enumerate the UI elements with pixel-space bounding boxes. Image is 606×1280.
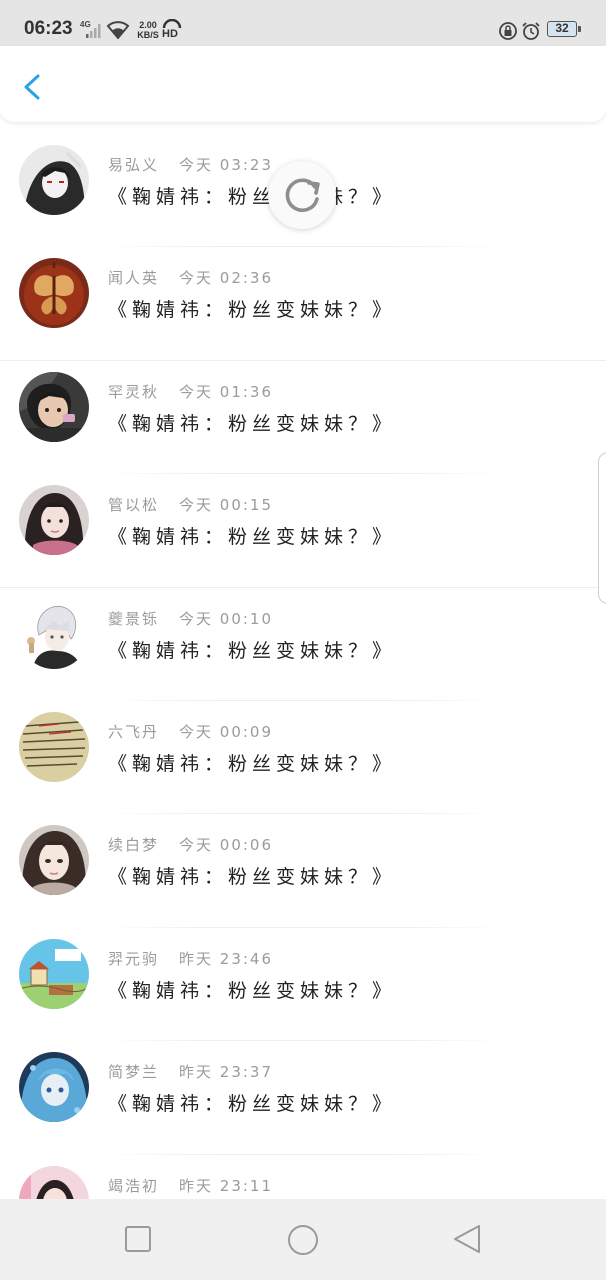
comment-meta: 易弘义 今天 03:23 bbox=[108, 154, 273, 175]
back-button[interactable] bbox=[16, 70, 50, 104]
header-bar bbox=[0, 46, 606, 122]
wifi-icon bbox=[106, 21, 130, 39]
user-name[interactable]: 六飞丹 bbox=[108, 723, 159, 741]
comment-time: 今天 00:06 bbox=[179, 836, 274, 855]
status-bar: 06:23 4G 2.00 KB/S HD 32 bbox=[0, 0, 606, 46]
list-item[interactable]: 简梦兰 昨天 23:37 《鞠婧祎：粉丝变妹妹？》 bbox=[0, 1041, 606, 1155]
comment-time: 今天 00:10 bbox=[179, 609, 274, 628]
hd-label: HD bbox=[162, 28, 178, 40]
circle-icon bbox=[288, 1225, 318, 1255]
side-panel-handle[interactable] bbox=[598, 452, 606, 604]
list-item[interactable]: 夔景铄 今天 00:10 《鞠婧祎：粉丝变妹妹？》 bbox=[0, 588, 606, 701]
user-name[interactable]: 羿元驹 bbox=[108, 950, 159, 968]
user-name[interactable]: 闻人英 bbox=[108, 269, 159, 287]
recents-button[interactable] bbox=[122, 1223, 154, 1259]
comment-text: 《鞠婧祎：粉丝变妹妹？》 bbox=[108, 639, 397, 662]
comment-meta: 羿元驹 昨天 23:46 bbox=[108, 948, 273, 969]
square-icon bbox=[125, 1226, 151, 1252]
avatar[interactable] bbox=[19, 938, 89, 1009]
lock-rotation-icon bbox=[499, 22, 517, 40]
chevron-left-icon bbox=[24, 74, 40, 100]
user-name[interactable]: 夔景铄 bbox=[108, 610, 159, 628]
list-item[interactable]: 闻人英 今天 02:36 《鞠婧祎：粉丝变妹妹？》 bbox=[0, 247, 606, 361]
status-time: 06:23 bbox=[24, 18, 73, 39]
list-item[interactable]: 羿元驹 昨天 23:46 《鞠婧祎：粉丝变妹妹？》 bbox=[0, 928, 606, 1042]
triangle-back-icon bbox=[454, 1225, 480, 1253]
comment-time: 今天 00:09 bbox=[179, 722, 274, 741]
avatar[interactable] bbox=[19, 485, 89, 556]
list-item[interactable]: 续白梦 今天 00:06 《鞠婧祎：粉丝变妹妹？》 bbox=[0, 814, 606, 928]
alarm-icon bbox=[522, 22, 540, 40]
network-speed-value: 2.00 bbox=[139, 20, 157, 30]
comment-time: 昨天 23:37 bbox=[179, 1063, 274, 1082]
home-button[interactable] bbox=[285, 1223, 321, 1263]
list-item[interactable]: 管以松 今天 00:15 《鞠婧祎：粉丝变妹妹？》 bbox=[0, 474, 606, 588]
comment-meta: 竭浩初 昨天 23:11 bbox=[108, 1175, 273, 1196]
comment-text: 《鞠婧祎：粉丝变妹妹？》 bbox=[108, 526, 397, 549]
comment-meta: 简梦兰 昨天 23:37 bbox=[108, 1061, 273, 1082]
network-speed: 2.00 KB/S bbox=[133, 20, 163, 40]
avatar[interactable] bbox=[19, 258, 89, 329]
comment-meta: 夔景铄 今天 00:10 bbox=[108, 608, 273, 629]
network-speed-unit: KB/S bbox=[137, 30, 159, 40]
comment-time: 今天 00:15 bbox=[179, 496, 274, 515]
comment-meta: 闻人英 今天 02:36 bbox=[108, 267, 273, 288]
comment-time: 今天 02:36 bbox=[179, 269, 274, 288]
user-name[interactable]: 简梦兰 bbox=[108, 1063, 159, 1081]
user-name[interactable]: 易弘义 bbox=[108, 156, 159, 174]
comment-text: 《鞠婧祎：粉丝变妹妹？》 bbox=[108, 979, 397, 1002]
list-item[interactable]: 罕灵秋 今天 01:36 《鞠婧祎：粉丝变妹妹？》 bbox=[0, 361, 606, 475]
list-item[interactable]: 六飞丹 今天 00:09 《鞠婧祎：粉丝变妹妹？》 bbox=[0, 701, 606, 815]
comment-meta: 管以松 今天 00:15 bbox=[108, 494, 273, 515]
avatar[interactable] bbox=[19, 371, 89, 442]
system-nav-bar bbox=[0, 1199, 606, 1280]
comment-text: 《鞠婧祎：粉丝变妹妹？》 bbox=[108, 1093, 397, 1116]
comment-time: 昨天 23:11 bbox=[179, 1176, 274, 1195]
avatar[interactable] bbox=[19, 598, 89, 669]
comment-text: 《鞠婧祎：粉丝变妹妹？》 bbox=[108, 752, 397, 775]
nav-back-button[interactable] bbox=[450, 1223, 484, 1261]
hd-call-icon: HD bbox=[162, 19, 182, 41]
comment-time: 昨天 23:46 bbox=[179, 949, 274, 968]
user-name[interactable]: 续白梦 bbox=[108, 836, 159, 854]
avatar[interactable] bbox=[19, 1052, 89, 1123]
user-name[interactable]: 管以松 bbox=[108, 496, 159, 514]
user-name[interactable]: 罕灵秋 bbox=[108, 383, 159, 401]
comment-list[interactable]: 易弘义 今天 03:23 《鞠婧祎：粉丝变妹妹？》 闻人英 今天 02:36 《鞠婧… bbox=[0, 134, 606, 1268]
comment-text: 《鞠婧祎：粉丝变妹妹？》 bbox=[108, 186, 397, 208]
cellular-signal-icon: 4G bbox=[80, 20, 102, 38]
refresh-indicator bbox=[268, 161, 336, 229]
comment-time: 今天 01:36 bbox=[179, 382, 274, 401]
avatar[interactable] bbox=[19, 825, 89, 896]
comment-text: 《鞠婧祎：粉丝变妹妹？》 bbox=[108, 412, 397, 435]
comment-meta: 六飞丹 今天 00:09 bbox=[108, 721, 273, 742]
comment-meta: 罕灵秋 今天 01:36 bbox=[108, 381, 273, 402]
user-name[interactable]: 竭浩初 bbox=[108, 1177, 159, 1195]
comment-text: 《鞠婧祎：粉丝变妹妹？》 bbox=[108, 299, 397, 322]
refresh-icon bbox=[285, 178, 320, 213]
avatar[interactable] bbox=[19, 145, 89, 215]
avatar[interactable] bbox=[19, 711, 89, 782]
comment-text: 《鞠婧祎：粉丝变妹妹？》 bbox=[108, 866, 397, 889]
comment-time: 今天 03:23 bbox=[179, 156, 274, 174]
battery-indicator: 32 bbox=[547, 21, 581, 37]
comment-meta: 续白梦 今天 00:06 bbox=[108, 834, 273, 855]
